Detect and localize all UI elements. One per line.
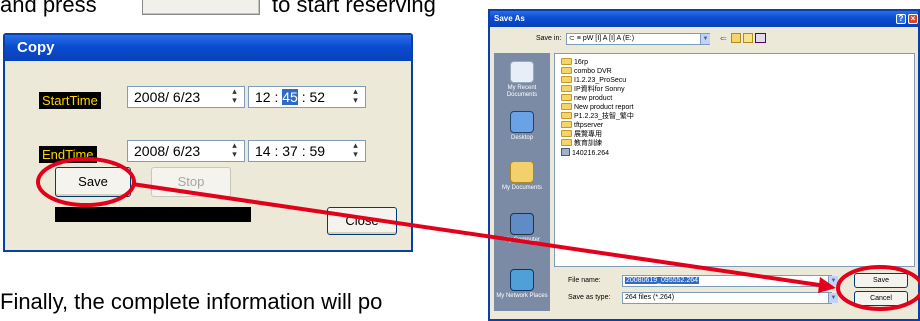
save-as-button-highlight-circle [836, 265, 920, 311]
annotation-arrow-line [131, 182, 827, 288]
annotation-arrowhead [818, 277, 836, 293]
annotation-overlay [36, 157, 920, 311]
save-button-highlight-circle [36, 157, 136, 207]
